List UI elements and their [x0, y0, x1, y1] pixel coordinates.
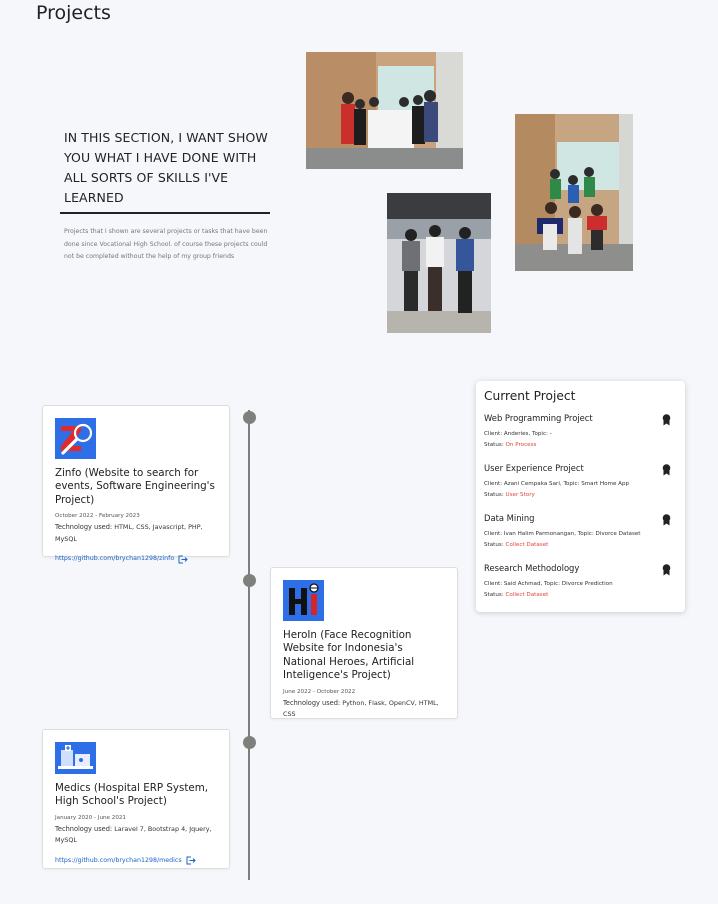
current-project-client: Client: Ivan Halim Parmonangan, Topic: D… — [484, 531, 641, 537]
tech-label: Technology used: — [283, 698, 343, 707]
project-title: HeroIn (Face Recognition Website for Ind… — [283, 629, 415, 682]
project-title: Zinfo (Website to search for events, Sof… — [55, 467, 215, 506]
current-project-client: Client: Azani Cempaka Sari, Topic: Smart… — [484, 481, 630, 487]
project-date: January 2020 - June 2021 — [55, 814, 126, 821]
intro-divider — [60, 212, 270, 214]
project-tech: Technology used: Python, Flask, OpenCV, … — [283, 698, 445, 721]
project-date: October 2022 - February 2023 — [55, 513, 140, 520]
current-project-client: Client: Said Achmad, Topic: Divorce Pred… — [484, 581, 613, 587]
current-project-status: Status: Collect Dataset — [484, 592, 549, 598]
current-project-title: Current Project — [484, 389, 576, 403]
current-project-item: User Experience Project Client: Azani Ce… — [484, 463, 677, 513]
group-photo-1 — [306, 52, 463, 169]
timeline-dot — [243, 736, 256, 749]
current-project-item: Data Mining Client: Ivan Halim Parmonang… — [484, 513, 677, 563]
timeline-dot — [243, 574, 256, 587]
current-project-name: Research Methodology — [484, 563, 580, 573]
link-text[interactable]: https://github.com/brychan1298/zinfo — [55, 553, 174, 565]
current-project-name: Data Mining — [484, 513, 535, 523]
award-badge-icon — [662, 564, 671, 576]
project-date: June 2022 - October 2022 — [283, 688, 356, 695]
current-project-status: Status: Collect Dataset — [484, 542, 549, 548]
current-project-name: User Experience Project — [484, 463, 584, 473]
group-photo-3 — [387, 193, 491, 333]
link-text[interactable]: https://github.com/brychan1298/medics — [55, 855, 182, 867]
current-project-panel: Current Project Web Programming Project … — [476, 381, 685, 612]
current-project-client: Client: Anderies, Topic: - — [484, 431, 552, 437]
external-link-icon — [178, 555, 188, 564]
intro-text: Projects that I shown are several projec… — [64, 228, 268, 260]
tech-label: Technology used: — [55, 824, 115, 833]
page-title: Projects — [36, 2, 111, 24]
project-title: Medics (Hospital ERP System, High School… — [55, 782, 209, 808]
medics-logo-icon — [55, 742, 96, 774]
award-badge-icon — [662, 464, 671, 476]
zinfo-logo-icon — [55, 418, 96, 459]
current-project-status: Status: On Process — [484, 442, 537, 448]
current-project-name: Web Programming Project — [484, 413, 593, 423]
github-link-medics[interactable]: https://github.com/brychan1298/medics — [55, 855, 196, 867]
award-badge-icon — [662, 414, 671, 426]
project-card-heroin: HeroIn (Face Recognition Website for Ind… — [270, 567, 458, 719]
current-project-item: Web Programming Project Client: Anderies… — [484, 413, 677, 463]
project-tech: Technology used: Laravel 7, Bootstrap 4,… — [55, 824, 217, 847]
award-badge-icon — [662, 514, 671, 526]
external-link-icon — [186, 856, 196, 865]
timeline-line — [248, 410, 250, 880]
intro-heading: In this section, I want show you what I … — [64, 130, 268, 205]
current-project-item: Research Methodology Client: Said Achmad… — [484, 563, 677, 613]
project-tech: Technology used: HTML, CSS, Javascript, … — [55, 522, 217, 545]
current-project-status: Status: User Story — [484, 492, 535, 498]
group-photo-2 — [515, 114, 633, 271]
github-link-zinfo[interactable]: https://github.com/brychan1298/zinfo — [55, 553, 188, 565]
project-card-medics: Medics (Hospital ERP System, High School… — [42, 729, 230, 869]
tech-label: Technology used: — [55, 523, 115, 532]
project-card-zinfo: Zinfo (Website to search for events, Sof… — [42, 405, 230, 564]
timeline-dot — [243, 411, 256, 424]
heroin-logo-icon — [283, 580, 324, 621]
